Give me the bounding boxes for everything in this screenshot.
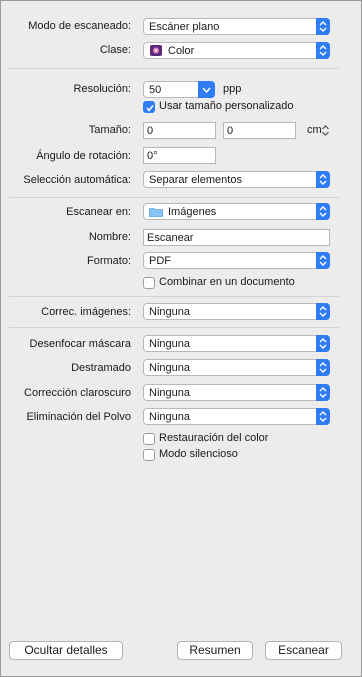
type-popup[interactable]: Color	[143, 42, 330, 59]
size-width-value: 0	[147, 125, 154, 137]
type-label: Clase:	[99, 44, 131, 56]
color-restoration-label: Restauración del color	[159, 432, 269, 444]
chevron-updown-icon	[316, 171, 330, 188]
checkbox-checked-icon	[143, 101, 155, 113]
chevron-updown-icon	[316, 408, 330, 425]
separator	[9, 296, 339, 297]
size-width-field[interactable]: 0	[143, 122, 216, 139]
dust-removal-popup[interactable]: Ninguna	[143, 408, 330, 425]
chevron-updown-icon	[316, 42, 330, 59]
chevron-updown-icon	[316, 303, 330, 320]
hide-details-button[interactable]: Ocultar detalles	[9, 641, 123, 660]
rotation-value: 0°	[147, 150, 158, 162]
descreening-label: Destramado	[71, 362, 131, 374]
size-height-value: 0	[227, 125, 234, 137]
image-correction-label: Correc. imágenes:	[41, 306, 131, 318]
checkbox-unchecked-icon	[143, 277, 155, 289]
size-label: Tamaño:	[88, 124, 131, 136]
checkbox-unchecked-icon	[143, 433, 155, 445]
folder-icon	[149, 207, 163, 217]
resolution-value: 50	[149, 84, 162, 96]
separator	[9, 327, 339, 328]
size-unit: cm	[307, 124, 322, 136]
dust-removal-value: Ninguna	[149, 411, 190, 423]
scan-to-label: Escanear en:	[66, 206, 131, 218]
chevron-updown-icon	[316, 359, 330, 376]
color-photo-icon	[150, 45, 162, 56]
unsharp-mask-label: Desenfocar máscara	[29, 338, 132, 350]
unsharp-mask-popup[interactable]: Ninguna	[143, 335, 330, 352]
size-height-field[interactable]: 0	[223, 122, 296, 139]
scan-button[interactable]: Escanear	[265, 641, 342, 660]
unit-stepper[interactable]	[321, 123, 330, 138]
scan-mode-label: Modo de escaneado:	[28, 20, 131, 32]
separator	[9, 68, 339, 69]
name-value: Escanear	[147, 232, 194, 244]
rotation-field[interactable]: 0°	[143, 147, 216, 164]
image-correction-popup[interactable]: Ninguna	[143, 303, 330, 320]
chevron-updown-icon	[316, 335, 330, 352]
descreening-value: Ninguna	[149, 362, 190, 374]
scan-mode-value: Escáner plano	[149, 21, 220, 33]
image-correction-value: Ninguna	[149, 306, 190, 318]
format-label: Formato:	[86, 255, 131, 267]
custom-size-label: Usar tamaño personalizado	[159, 100, 294, 112]
scan-to-popup[interactable]: Imágenes	[143, 203, 330, 220]
overview-button[interactable]: Resumen	[177, 641, 253, 660]
resolution-label: Resolución:	[73, 83, 131, 95]
name-label: Nombre:	[88, 231, 131, 243]
unsharp-mask-value: Ninguna	[149, 338, 190, 350]
dust-removal-label: Eliminación del Polvo	[26, 411, 131, 423]
checkbox-unchecked-icon	[143, 449, 155, 461]
quiet-mode-label: Modo silencioso	[159, 448, 238, 460]
backlight-correction-label: Corrección claroscuro	[24, 387, 131, 399]
chevron-updown-icon	[316, 203, 330, 220]
scan-mode-popup[interactable]: Escáner plano	[143, 18, 330, 35]
format-value: PDF	[149, 255, 171, 267]
resolution-unit: ppp	[223, 83, 242, 95]
backlight-correction-popup[interactable]: Ninguna	[143, 384, 330, 401]
auto-selection-value: Separar elementos	[149, 174, 242, 186]
rotation-label: Ángulo de rotación:	[36, 150, 131, 162]
chevron-updown-icon	[316, 252, 330, 269]
type-value: Color	[168, 45, 195, 57]
scan-to-value: Imágenes	[168, 206, 217, 218]
name-field[interactable]: Escanear	[143, 229, 330, 246]
auto-selection-label: Selección automática:	[23, 174, 131, 186]
combine-label: Combinar en un documento	[159, 276, 295, 288]
chevron-updown-icon	[316, 384, 330, 401]
scan-settings-panel: Modo de escaneado: Escáner plano Clase: …	[0, 0, 362, 677]
backlight-correction-value: Ninguna	[149, 387, 190, 399]
format-popup[interactable]: PDF	[143, 252, 330, 269]
resolution-combo[interactable]: 50	[143, 81, 215, 98]
auto-selection-popup[interactable]: Separar elementos	[143, 171, 330, 188]
chevron-updown-icon	[316, 18, 330, 35]
descreening-popup[interactable]: Ninguna	[143, 359, 330, 376]
separator	[9, 197, 339, 198]
chevron-down-icon	[198, 81, 215, 98]
